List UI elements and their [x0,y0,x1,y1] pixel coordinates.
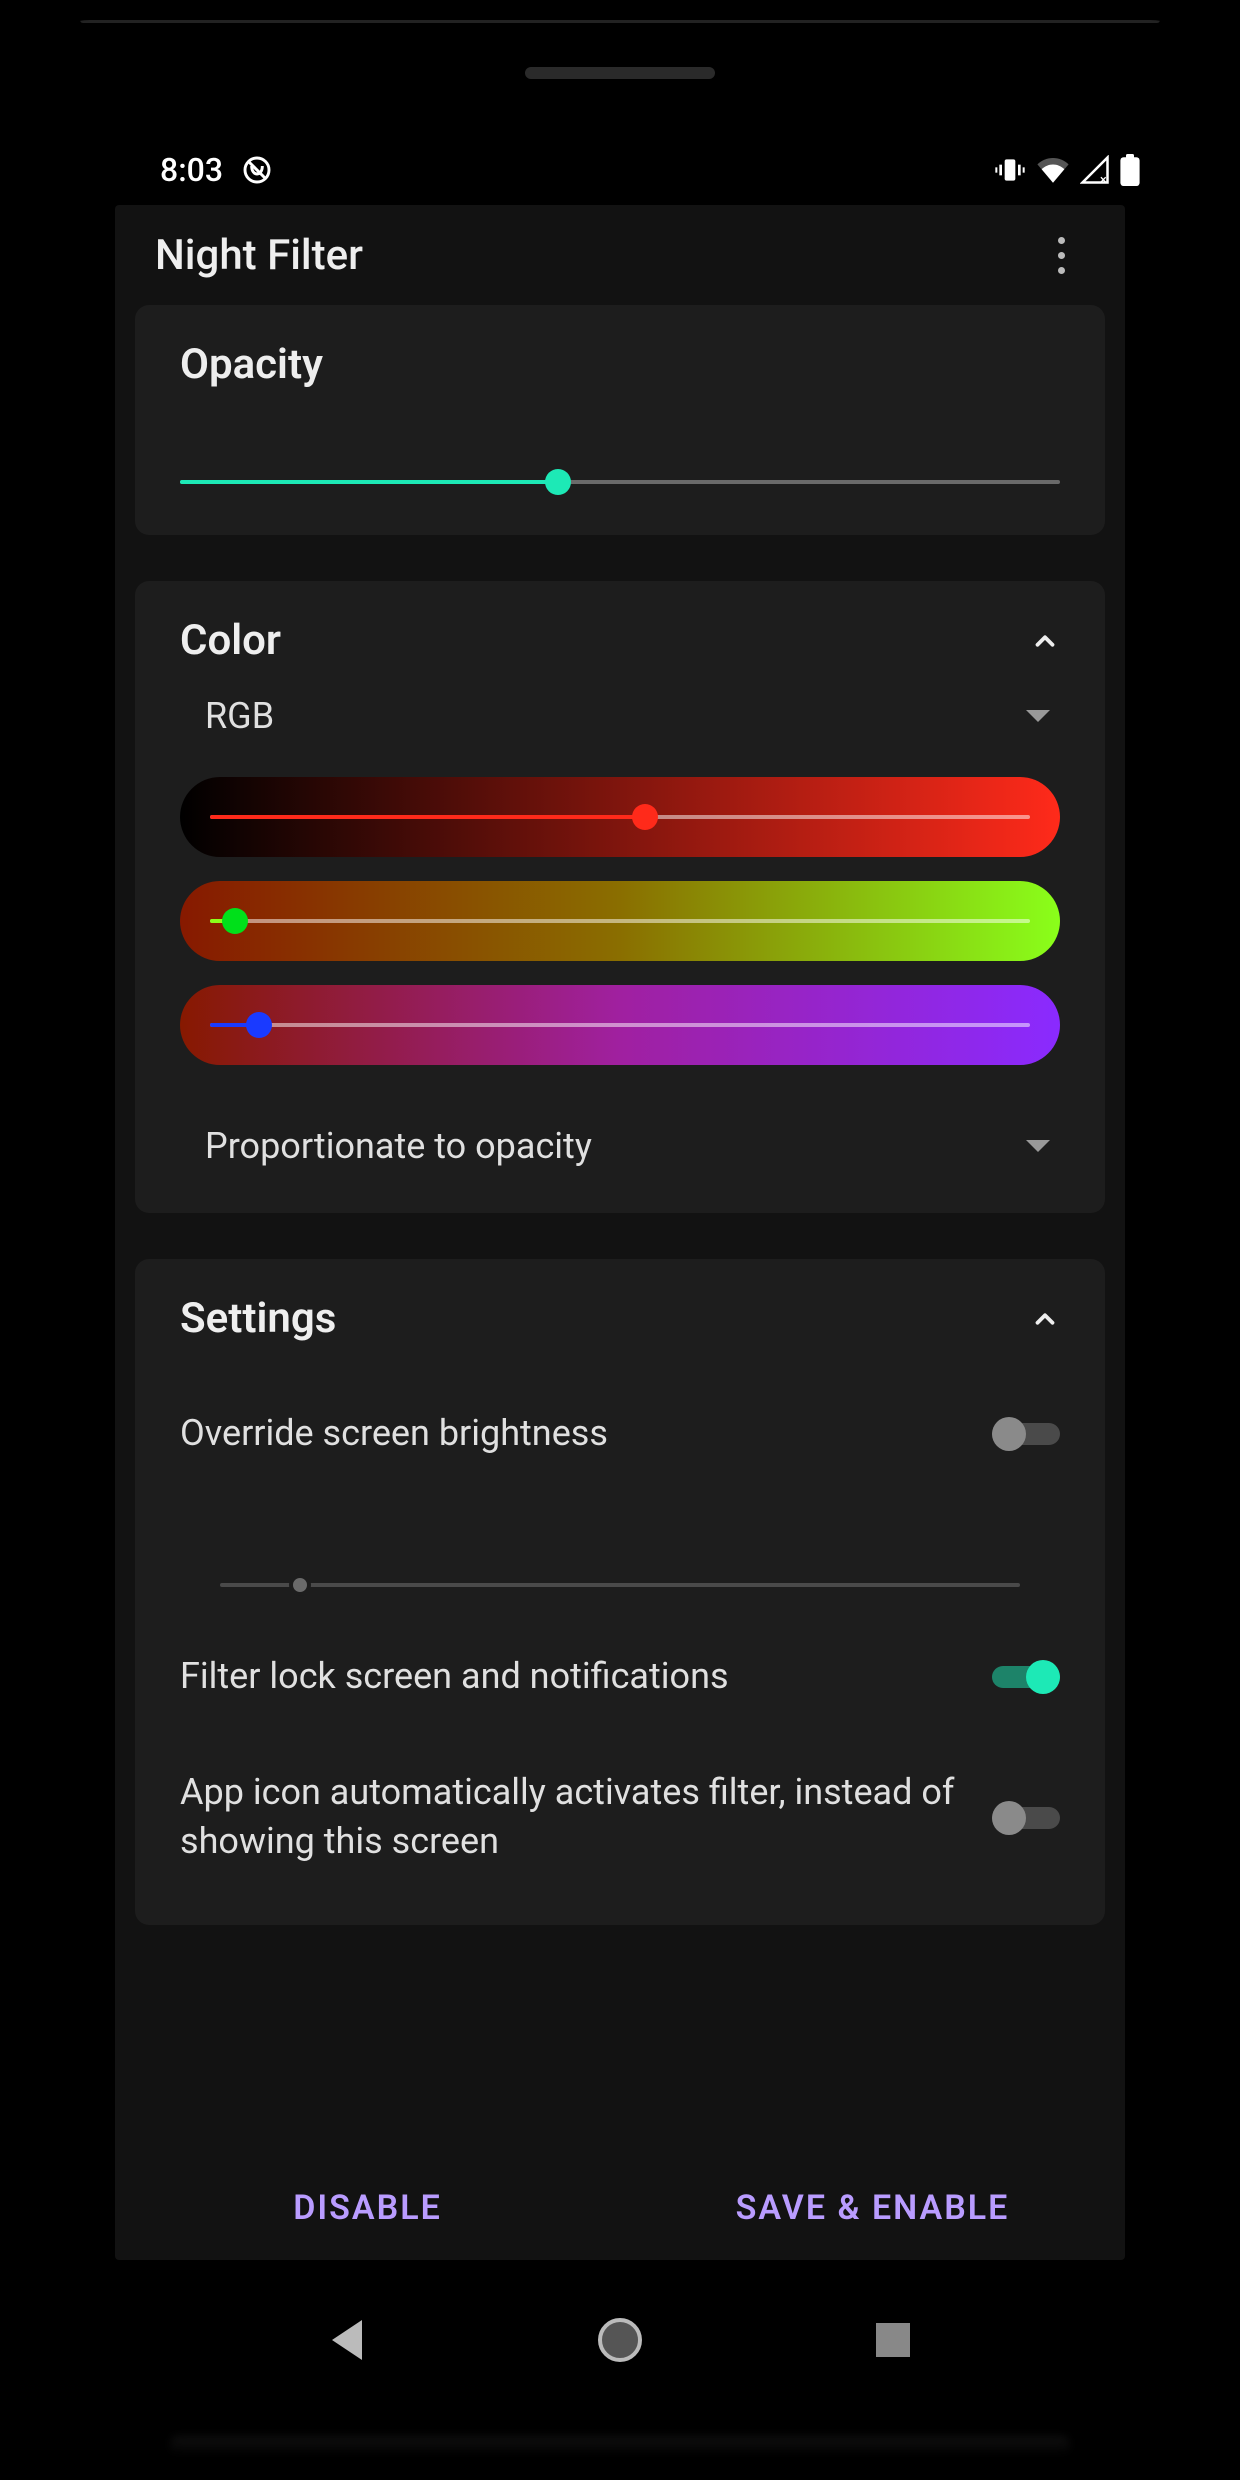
caret-down-icon [1026,1140,1050,1152]
status-bar: 8:03 × [30,140,1210,200]
app-icon-activates-switch[interactable] [992,1797,1060,1837]
svg-text:×: × [1100,173,1107,185]
opacity-title: Opacity [180,340,323,389]
more-menu-icon[interactable] [1037,231,1085,279]
color-mode-dropdown[interactable]: RGB [180,665,1060,757]
blue-slider[interactable] [180,985,1060,1065]
app-title: Night Filter [155,231,363,280]
app-bar: Night Filter [115,205,1125,305]
override-brightness-label: Override screen brightness [180,1409,962,1458]
green-slider[interactable] [180,881,1060,961]
settings-title: Settings [180,1294,336,1343]
signal-icon: × [1080,155,1110,185]
caret-down-icon [1026,710,1050,722]
collapse-settings-icon[interactable] [1030,1304,1060,1334]
filter-lock-row: Filter lock screen and notifications [180,1618,1060,1735]
override-brightness-switch[interactable] [992,1413,1060,1453]
app-window: Night Filter Opacity [115,205,1125,2260]
brightness-slider[interactable] [220,1572,1020,1598]
settings-card: Settings Override screen brightness [135,1259,1105,1925]
system-nav-bar [30,2300,1210,2380]
save-enable-button[interactable]: SAVE & ENABLE [620,2188,1125,2228]
nav-back-button[interactable] [322,2315,372,2365]
app-icon-activates-row: App icon automatically activates filter,… [180,1734,1060,1899]
collapse-color-icon[interactable] [1030,626,1060,656]
nav-recent-button[interactable] [868,2315,918,2365]
override-brightness-row: Override screen brightness [180,1375,1060,1492]
opacity-slider[interactable] [180,469,1060,495]
filter-lock-switch[interactable] [992,1656,1060,1696]
blend-mode-value: Proportionate to opacity [205,1125,592,1167]
nav-home-button[interactable] [595,2315,645,2365]
dnd-icon [241,154,273,186]
phone-speaker [525,67,715,79]
bottom-action-bar: DISABLE SAVE & ENABLE [115,2156,1125,2260]
app-icon-activates-label: App icon automatically activates filter,… [180,1768,962,1865]
color-title: Color [180,616,281,665]
filter-lock-label: Filter lock screen and notifications [180,1652,962,1701]
vibrate-icon [994,154,1026,186]
disable-button[interactable]: DISABLE [115,2188,620,2228]
wifi-icon [1036,155,1070,185]
color-card: Color RGB [135,581,1105,1213]
status-time: 8:03 [160,151,223,189]
blend-mode-dropdown[interactable]: Proportionate to opacity [180,1089,1060,1173]
battery-icon [1120,154,1140,186]
color-mode-value: RGB [205,695,274,737]
red-slider[interactable] [180,777,1060,857]
home-indicator [170,2436,1070,2454]
opacity-card: Opacity [135,305,1105,535]
